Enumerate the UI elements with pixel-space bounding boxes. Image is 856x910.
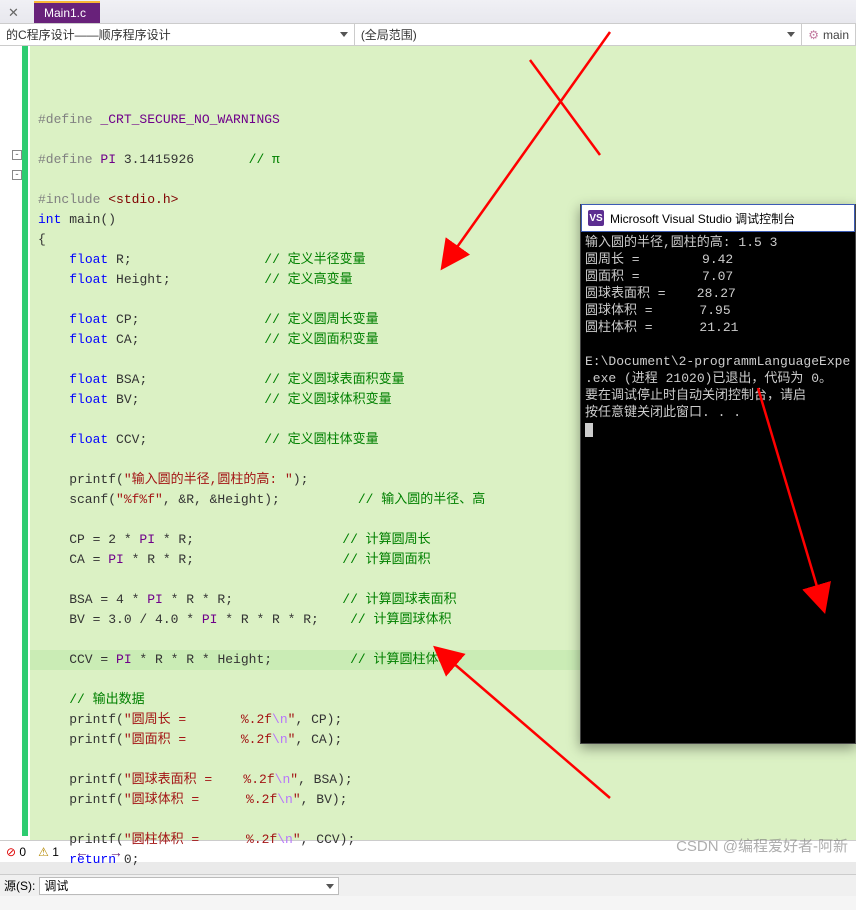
source-label: 源(S):	[4, 877, 35, 894]
console-line: E:\Document\2-programmLanguageExpe	[585, 353, 851, 370]
nav-member-label: main	[823, 28, 849, 42]
source-combo[interactable]: 调试	[39, 877, 339, 895]
code-line[interactable]	[38, 750, 848, 770]
console-line	[585, 336, 851, 353]
tab-bar: ✕ Main1.c	[0, 0, 856, 24]
chevron-down-icon	[340, 32, 348, 37]
collapse-toggle[interactable]: -	[12, 150, 22, 160]
console-cursor	[585, 423, 593, 437]
nav-member-dropdown[interactable]: ⚙ main	[802, 24, 856, 45]
error-count[interactable]: ⊘ 0	[6, 845, 26, 859]
chevron-down-icon	[326, 884, 334, 889]
console-line: 按任意键关闭此窗口. . .	[585, 404, 851, 421]
console-line: .exe (进程 21020)已退出，代码为 0。	[585, 370, 851, 387]
code-line[interactable]: #define PI 3.1415926 // π	[38, 150, 848, 170]
error-icon: ⊘	[6, 845, 16, 859]
console-line: 圆柱体积 = 21.21	[585, 319, 851, 336]
console-line: 圆周长 = 9.42	[585, 251, 851, 268]
file-tab-main1c[interactable]: Main1.c	[34, 1, 100, 23]
console-line: 输入圆的半径,圆柱的高: 1.5 3	[585, 234, 851, 251]
nav-scope-dropdown[interactable]: 的C程序设计——顺序程序设计	[0, 24, 355, 45]
collapse-toggle[interactable]: -	[12, 170, 22, 180]
pin-icon[interactable]: ✕	[8, 5, 19, 21]
chevron-down-icon	[787, 32, 795, 37]
code-line[interactable]	[38, 810, 848, 830]
code-line[interactable]	[38, 170, 848, 190]
console-line: 要在调试停止时自动关闭控制台，请启	[585, 387, 851, 404]
console-title-text: Microsoft Visual Studio 调试控制台	[610, 210, 795, 227]
code-line[interactable]: printf("圆柱体积 = %.2f\n", CCV);	[38, 830, 848, 850]
console-line: 圆球体积 = 7.95	[585, 302, 851, 319]
nav-bar: 的C程序设计——顺序程序设计 (全局范围) ⚙ main	[0, 24, 856, 46]
nav-scope-label: 的C程序设计——顺序程序设计	[6, 26, 171, 43]
code-line[interactable]	[38, 130, 848, 150]
code-line[interactable]: #define _CRT_SECURE_NO_WARNINGS	[38, 110, 848, 130]
console-titlebar[interactable]: VS Microsoft Visual Studio 调试控制台	[581, 204, 855, 232]
change-marker	[22, 46, 28, 836]
nav-context-label: (全局范围)	[361, 26, 417, 43]
source-combo-value: 调试	[44, 877, 68, 894]
tab-label: Main1.c	[44, 6, 86, 20]
console-line: 圆面积 = 7.07	[585, 268, 851, 285]
gear-icon: ⚙	[808, 28, 819, 42]
console-line: 圆球表面积 = 28.27	[585, 285, 851, 302]
code-line[interactable]: printf("圆球体积 = %.2f\n", BV);	[38, 790, 848, 810]
code-line[interactable]: return 0;	[38, 850, 848, 870]
vs-icon: VS	[588, 210, 604, 226]
nav-context-dropdown[interactable]: (全局范围)	[355, 24, 802, 45]
console-output[interactable]: 输入圆的半径,圆柱的高: 1.5 3圆周长 = 9.42圆面积 = 7.07圆球…	[581, 232, 855, 440]
code-line[interactable]: printf("圆球表面积 = %.2f\n", BSA);	[38, 770, 848, 790]
debug-console-window[interactable]: VS Microsoft Visual Studio 调试控制台 输入圆的半径,…	[580, 204, 856, 744]
